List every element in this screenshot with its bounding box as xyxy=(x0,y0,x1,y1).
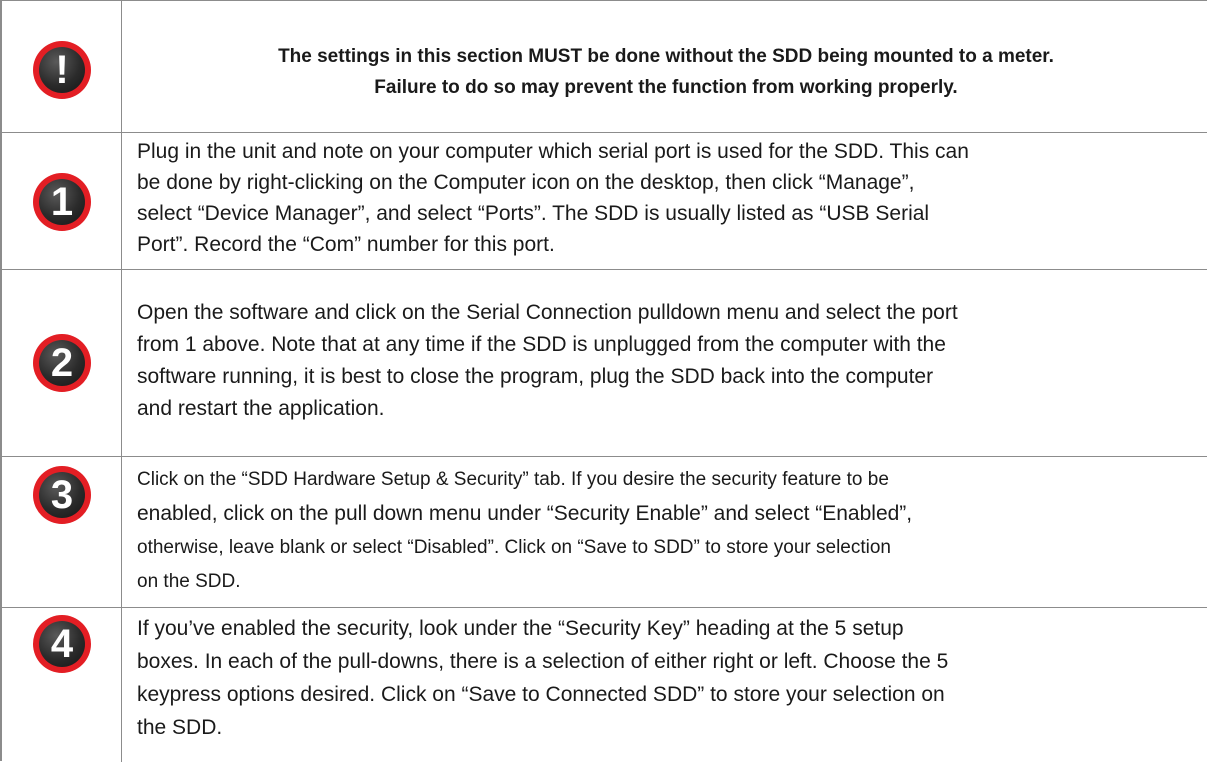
instruction-table: ! The settings in this section MUST be d… xyxy=(0,0,1207,762)
step-text-cell: Open the software and click on the Seria… xyxy=(123,270,1207,456)
step-line: Open the software and click on the Seria… xyxy=(137,301,958,324)
step-4-icon: 4 xyxy=(33,615,91,673)
step-line: otherwise, leave blank or select “Disabl… xyxy=(137,537,891,558)
step-line: from 1 above. Note that at any time if t… xyxy=(137,333,946,356)
step-2-icon: 2 xyxy=(33,334,91,392)
warning-line: Failure to do so may prevent the functio… xyxy=(374,77,958,98)
step-number: 1 xyxy=(50,180,74,224)
step-line: the SDD. xyxy=(137,716,223,739)
step-line: software running, it is best to close th… xyxy=(137,365,934,388)
exclamation-icon: ! xyxy=(33,41,91,99)
warning-text-cell: The settings in this section MUST be don… xyxy=(123,1,1207,132)
step-line: Click on the “SDD Hardware Setup & Secur… xyxy=(137,469,889,490)
step-text: If you’ve enabled the security, look und… xyxy=(137,612,1199,744)
step-row-4: 4 If you’ve enabled the security, look u… xyxy=(2,608,1207,762)
step-icon-cell: 1 xyxy=(2,133,122,269)
exclamation-glyph: ! xyxy=(55,48,69,92)
step-line: If you’ve enabled the security, look und… xyxy=(137,617,904,640)
step-text: Click on the “SDD Hardware Setup & Secur… xyxy=(137,463,1199,599)
step-line: Plug in the unit and note on your comput… xyxy=(137,140,969,163)
step-line: keypress options desired. Click on “Save… xyxy=(137,683,945,706)
step-icon-cell: 2 xyxy=(2,270,122,456)
step-number: 3 xyxy=(50,473,74,517)
step-line: boxes. In each of the pull-downs, there … xyxy=(137,650,949,673)
step-1-icon: 1 xyxy=(33,173,91,231)
step-text: Open the software and click on the Seria… xyxy=(137,297,1199,425)
step-row-1: 1 Plug in the unit and note on your comp… xyxy=(2,133,1207,270)
step-row-3: 3 Click on the “SDD Hardware Setup & Sec… xyxy=(2,457,1207,608)
step-line: and restart the application. xyxy=(137,397,385,420)
step-line: on the SDD. xyxy=(137,571,241,592)
warning-text: The settings in this section MUST be don… xyxy=(123,41,1207,103)
step-row-2: 2 Open the software and click on the Ser… xyxy=(2,270,1207,457)
step-text-cell: Click on the “SDD Hardware Setup & Secur… xyxy=(123,457,1207,607)
step-line: Port”. Record the “Com” number for this … xyxy=(137,233,555,256)
warning-icon-cell: ! xyxy=(2,1,122,132)
step-text-cell: Plug in the unit and note on your comput… xyxy=(123,133,1207,269)
step-line: enabled, click on the pull down menu und… xyxy=(137,502,913,525)
step-text: Plug in the unit and note on your comput… xyxy=(137,136,1199,260)
step-line: select “Device Manager”, and select “Por… xyxy=(137,202,930,225)
step-icon-cell: 3 xyxy=(2,457,122,607)
step-line: be done by right-clicking on the Compute… xyxy=(137,171,915,194)
step-number: 2 xyxy=(50,341,74,385)
warning-line: The settings in this section MUST be don… xyxy=(278,46,1054,67)
step-number: 4 xyxy=(50,622,74,666)
step-icon-cell: 4 xyxy=(2,608,122,762)
step-text-cell: If you’ve enabled the security, look und… xyxy=(123,608,1207,762)
step-3-icon: 3 xyxy=(33,466,91,524)
warning-row: ! The settings in this section MUST be d… xyxy=(2,1,1207,133)
